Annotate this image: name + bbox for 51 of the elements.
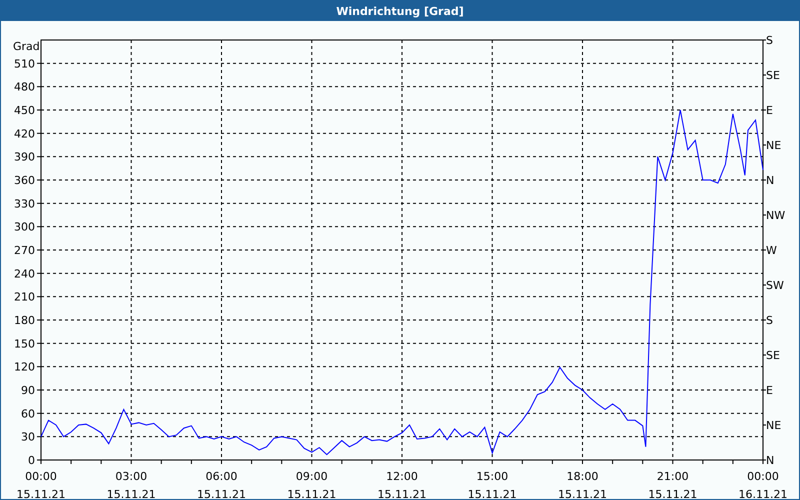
compass-label: N [766, 174, 774, 187]
compass-label: NW [766, 209, 786, 222]
x-axis-label: 00:00 [747, 470, 779, 483]
x-axis-label: 15:00 [476, 470, 508, 483]
y-axis-label: 300 [14, 220, 35, 234]
compass-label: S [766, 314, 773, 327]
compass-label: E [766, 104, 773, 117]
x-axis-label: 18:00 [566, 470, 598, 483]
y-axis-label: 510 [14, 57, 35, 70]
date-label: 15.11.21 [468, 488, 517, 499]
date-label: 15.11.21 [287, 488, 336, 499]
date-label: 15.11.21 [106, 488, 156, 499]
y-axis-label: 390 [14, 150, 35, 164]
x-axis-label: 00:00 [25, 470, 57, 483]
x-axis-label: 09:00 [296, 470, 328, 483]
compass-label: NE [766, 139, 782, 152]
date-label: 15.11.21 [648, 488, 698, 499]
y-axis-label: 450 [14, 104, 35, 117]
x-axis-label: 06:00 [206, 470, 238, 483]
compass-label: S [766, 34, 773, 47]
y-axis-label: 480 [14, 80, 35, 94]
y-axis-label: 90 [21, 384, 35, 397]
compass-label: SE [766, 69, 780, 82]
date-label: 16.11.21 [738, 488, 788, 499]
y-axis-label: 420 [14, 127, 35, 140]
compass-label: N [766, 454, 774, 467]
date-label: 15.11.21 [16, 488, 66, 499]
x-axis-label: 03:00 [115, 470, 148, 483]
y-axis-label: 30 [21, 430, 35, 444]
compass-label: NE [766, 419, 782, 432]
y-axis-label: 360 [14, 174, 35, 187]
compass-label: W [766, 244, 777, 257]
y-axis-label: 180 [14, 314, 35, 327]
compass-label: E [766, 384, 773, 397]
y-axis-label: 150 [14, 337, 35, 350]
x-axis-label: 12:00 [386, 470, 418, 483]
y-axis-title: Grad [13, 40, 40, 53]
date-label: 15.11.21 [378, 488, 426, 499]
window-title: Windrichtung [Grad] [336, 4, 464, 18]
y-axis-label: 270 [14, 244, 35, 257]
compass-label: SW [766, 279, 784, 292]
y-axis-label: 120 [14, 360, 35, 374]
date-label: 15.11.21 [558, 488, 607, 499]
y-axis-label: 60 [21, 407, 35, 420]
y-axis-label: 0 [28, 454, 35, 467]
y-axis-label: 210 [14, 290, 35, 304]
date-label: 15.11.21 [197, 488, 246, 499]
x-axis-label: 21:00 [656, 470, 689, 483]
y-axis-label: 330 [14, 197, 35, 210]
y-axis-label: 240 [14, 267, 35, 280]
compass-label: SE [766, 349, 780, 362]
